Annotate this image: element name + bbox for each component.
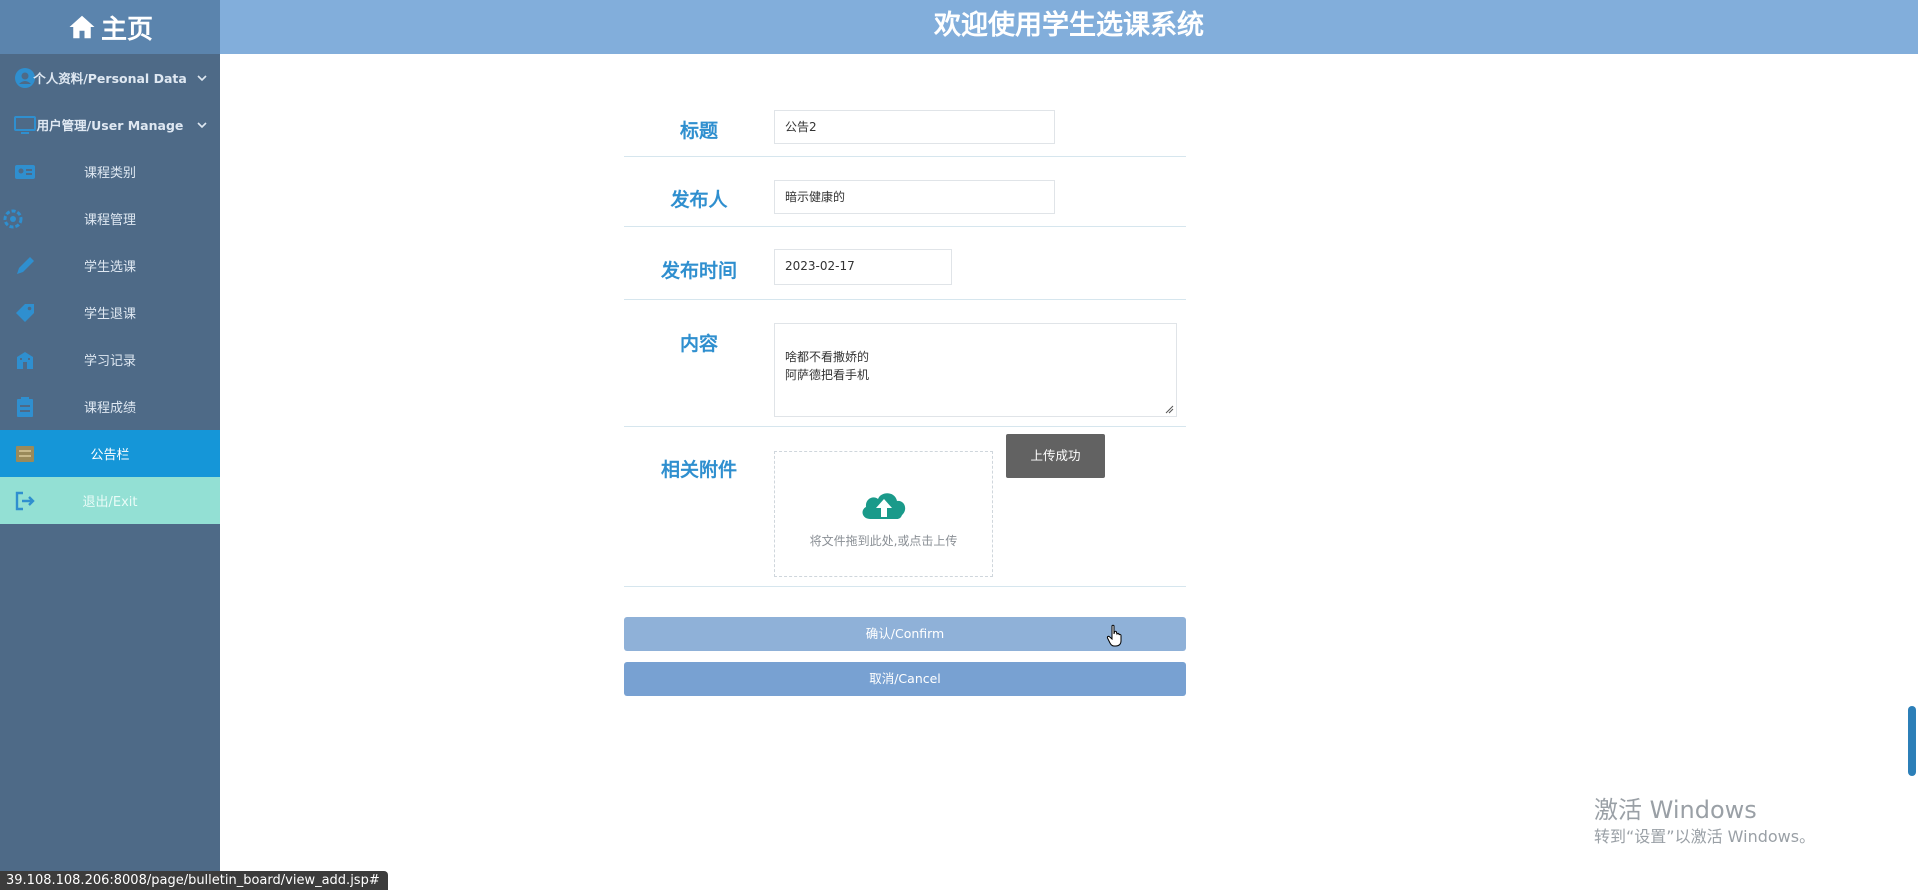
scrollbar-thumb[interactable] [1908,706,1916,776]
sidebar-item-label: 课程成绩 [83,401,136,416]
windows-activation-watermark: 激活 Windows 转到“设置”以激活 Windows。 [1594,795,1815,849]
sidebar-item-course-category[interactable]: 课程类别 [0,148,220,195]
sidebar-item-label: 公告栏 [90,448,130,463]
sidebar-item-label: 课程类别 [83,166,136,181]
sidebar-item-study-record[interactable]: 学习记录 [0,336,220,383]
chevron-down-icon [197,74,207,81]
upload-status-button[interactable]: 上传成功 [1006,434,1105,478]
sidebar-item-exit[interactable]: 退出/Exit [0,477,220,524]
sidebar-item-personal-data[interactable]: 个人资料/Personal Data [0,54,220,101]
form-row-attachment: 相关附件 将文件拖到此处,或点击上传 上传成功 [624,427,1186,587]
top-bar: 主页 欢迎使用学生选课系统 [0,0,1918,54]
sidebar-item-label: 学习记录 [83,354,136,369]
confirm-button[interactable]: 确认/Confirm [624,617,1186,651]
title-input[interactable]: 公告2 [774,110,1055,144]
home-link[interactable]: 主页 [0,0,220,54]
resize-handle-icon[interactable] [1164,404,1174,414]
sidebar-item-course-manage[interactable]: 课程管理 [0,195,220,242]
hand-cursor-icon [1106,624,1122,647]
form-row-title: 标题 公告2 [624,100,1186,157]
sidebar-item-label: 课程管理 [83,213,136,228]
home-label: 主页 [100,14,153,45]
cancel-button[interactable]: 取消/Cancel [624,662,1186,696]
sidebar-item-user-manage[interactable]: 用户管理/User Manage [0,101,220,148]
sidebar-item-label: 用户管理/User Manage [36,118,184,133]
page-title: 欢迎使用学生选课系统 [934,10,1204,41]
sidebar-item-label: 学生选课 [83,260,136,275]
upload-dropzone[interactable]: 将文件拖到此处,或点击上传 [774,451,993,577]
sidebar-item-label: 学生退课 [83,307,136,322]
status-url: 39.108.108.206:8008/page/bulletin_board/… [0,871,388,890]
home-icon [69,15,95,39]
sidebar-item-course-grades[interactable]: 课程成绩 [0,383,220,430]
watermark-subtitle: 转到“设置”以激活 Windows。 [1594,827,1816,846]
content-label: 内容 [679,333,718,355]
upload-hint: 将文件拖到此处,或点击上传 [809,534,958,548]
cloud-upload-icon [862,493,906,519]
sidebar-item-label: 个人资料/Personal Data [33,71,187,86]
form-row-publisher: 发布人 暗示健康的 [624,157,1186,227]
form-row-content: 内容 啥都不看撒娇的 阿萨德把看手机 [624,300,1186,427]
attachment-label: 相关附件 [660,459,737,481]
sidebar-item-label: 退出/Exit [82,495,138,510]
sidebar-item-course-selection[interactable]: 学生选课 [0,242,220,289]
publisher-label: 发布人 [670,189,728,211]
date-input[interactable]: 2023-02-17 [774,249,952,285]
date-label: 发布时间 [660,260,737,282]
publisher-input[interactable]: 暗示健康的 [774,180,1055,214]
content-text: 啥都不看撒娇的 阿萨德把看手机 [785,350,870,382]
form-row-date: 发布时间 2023-02-17 [624,227,1186,300]
sidebar-item-course-drop[interactable]: 学生退课 [0,289,220,336]
watermark-title: 激活 Windows [1594,796,1757,824]
sidebar-item-bulletin-board[interactable]: 公告栏 [0,430,220,477]
content-textarea[interactable]: 啥都不看撒娇的 阿萨德把看手机 [774,323,1177,417]
sidebar: 个人资料/Personal Data 用户管理/User Manage 课程类别… [0,54,220,890]
title-label: 标题 [679,120,718,142]
chevron-down-icon [197,121,207,128]
